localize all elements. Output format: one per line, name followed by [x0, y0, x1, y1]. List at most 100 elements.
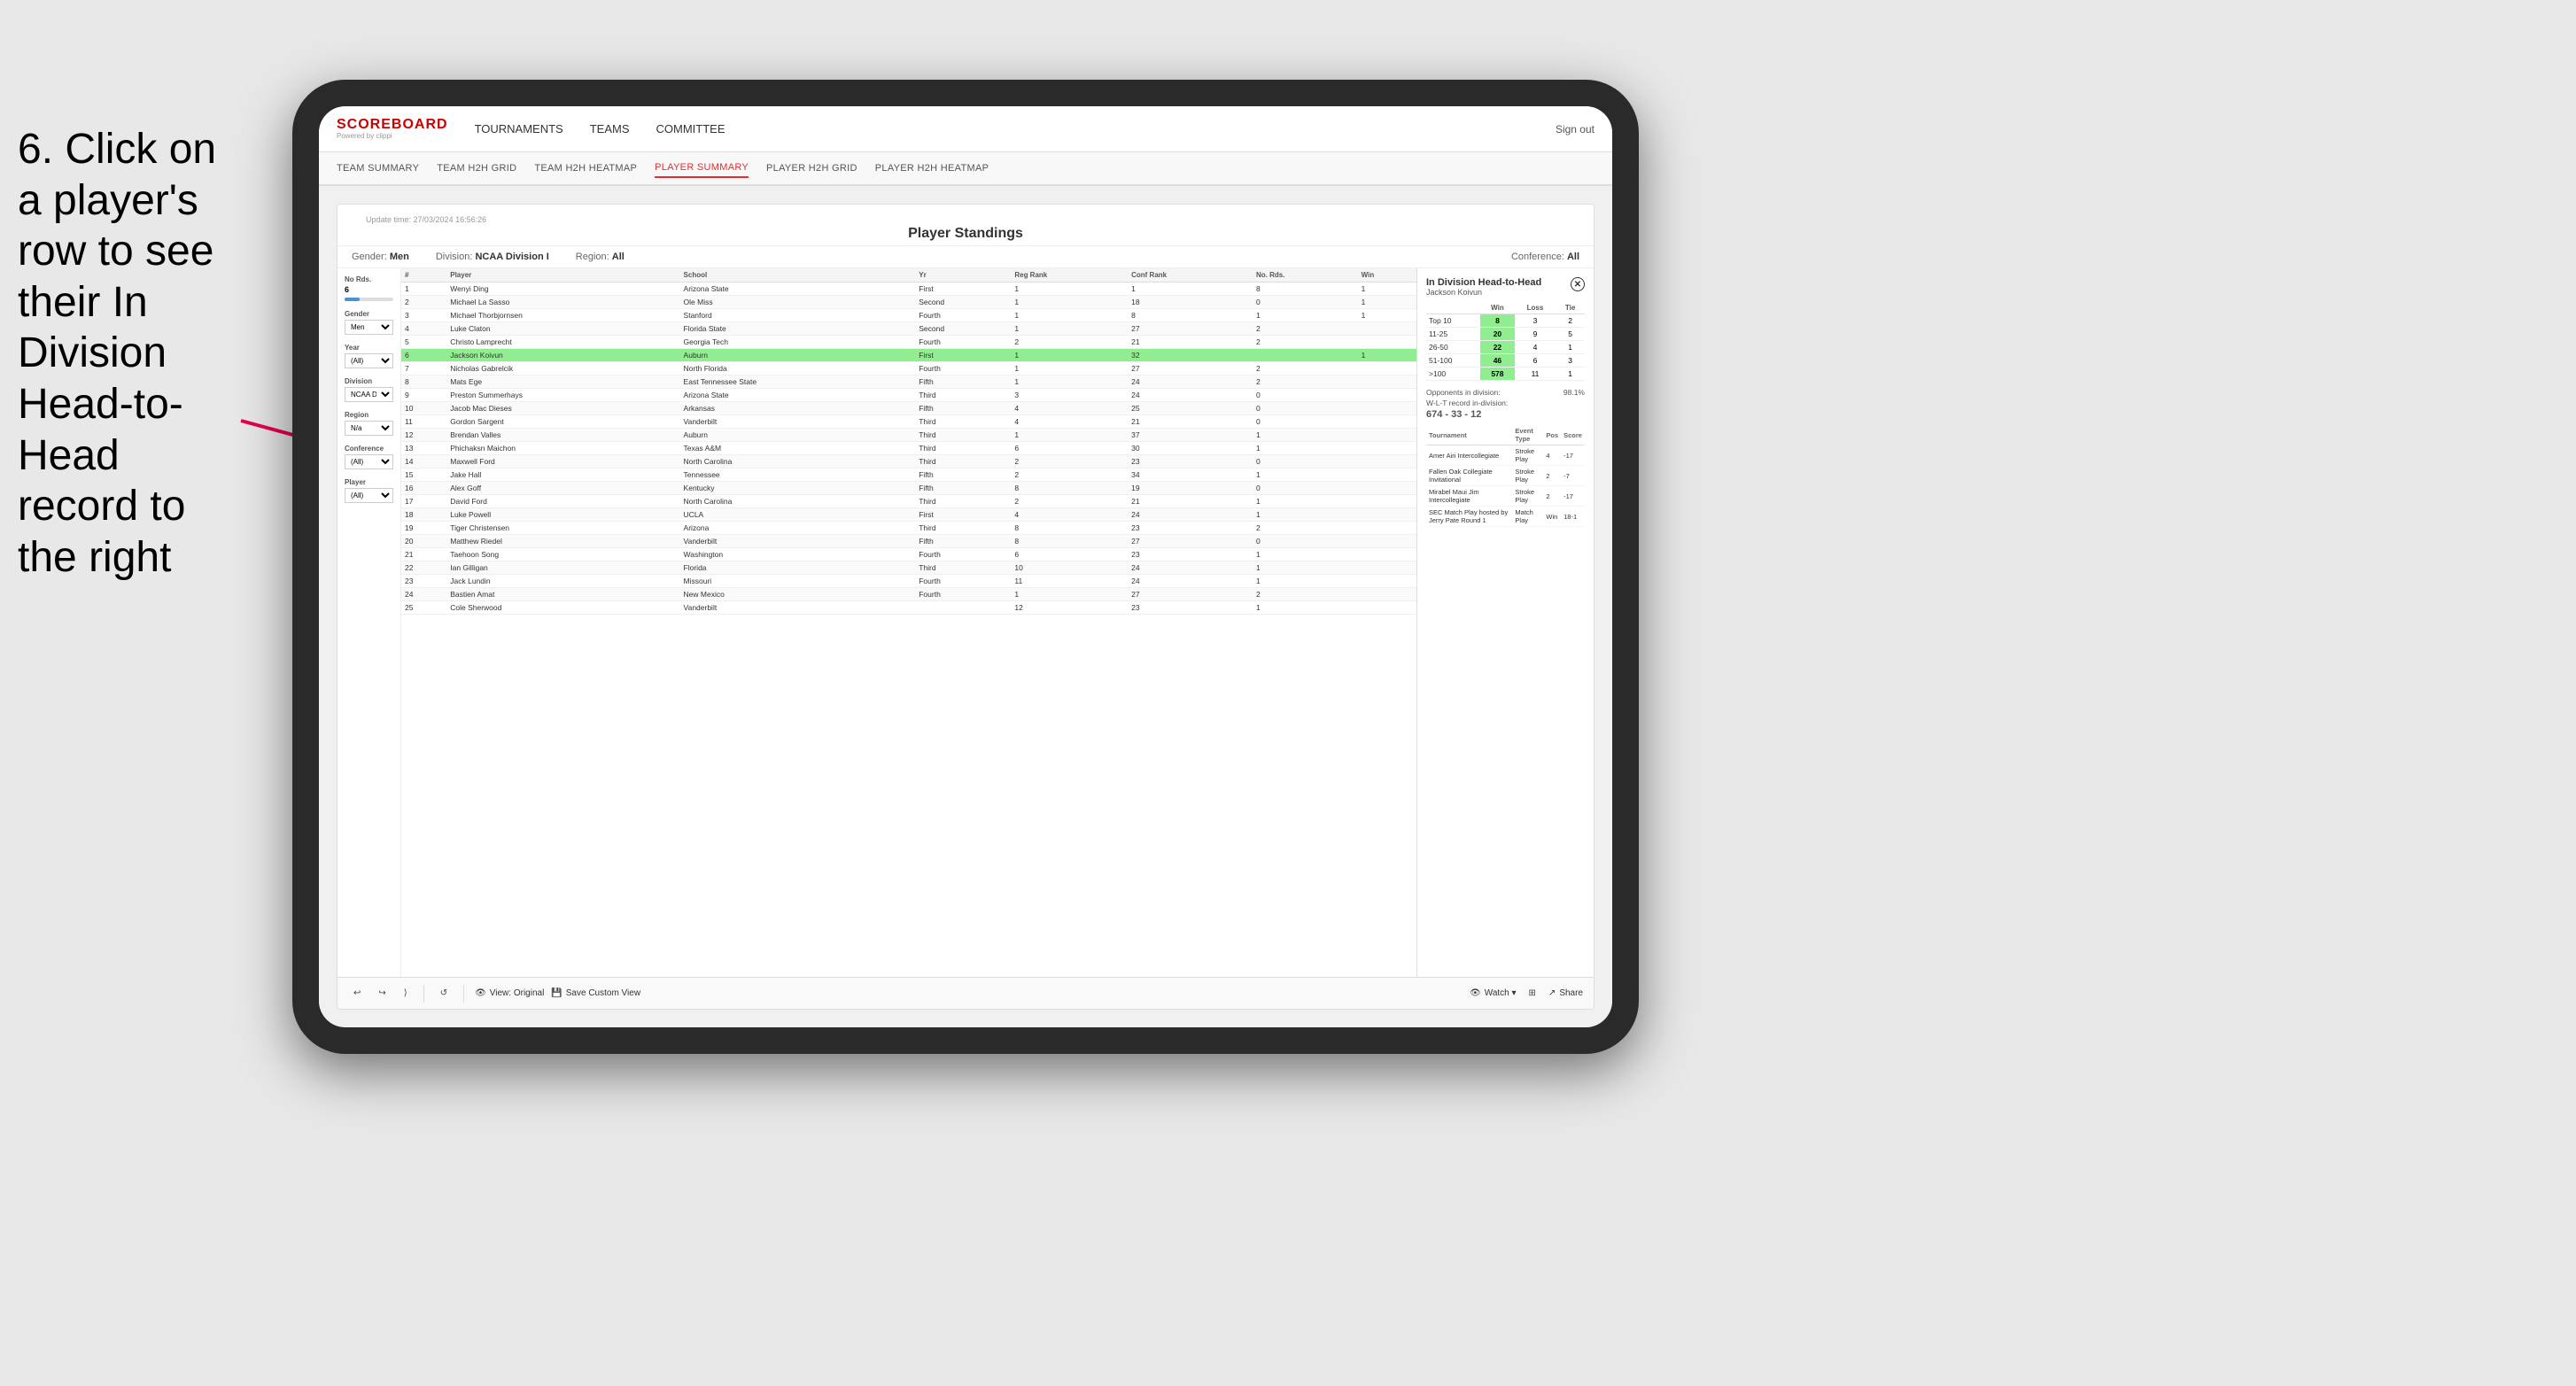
cell-conf-rank: 18	[1128, 296, 1253, 309]
filter-region: Region: All	[576, 252, 625, 262]
cell-player: Luke Claton	[446, 322, 679, 336]
table-row[interactable]: 2 Michael La Sasso Ole Miss Second 1 18 …	[401, 296, 1416, 309]
cell-num: 12	[401, 429, 446, 442]
table-row[interactable]: 4 Luke Claton Florida State Second 1 27 …	[401, 322, 1416, 336]
redo-btn[interactable]: ↪	[373, 987, 391, 1000]
table-row[interactable]: 15 Jake Hall Tennessee Fifth 2 34 1	[401, 468, 1416, 482]
col-player: Player	[446, 268, 679, 283]
subnav-player-summary[interactable]: PLAYER SUMMARY	[655, 159, 749, 178]
col-num: #	[401, 268, 446, 283]
h2h-close-btn[interactable]: ✕	[1571, 277, 1585, 291]
filter-gender: Gender: Men	[352, 252, 409, 262]
standings-table: # Player School Yr Reg Rank Conf Rank No…	[401, 268, 1416, 615]
left-sidebar: No Rds. 6 Gender Men	[338, 268, 401, 977]
table-row[interactable]: 5 Christo Lamprecht Georgia Tech Fourth …	[401, 336, 1416, 349]
watch-btn[interactable]: 👁 Watch ▾	[1470, 988, 1516, 998]
layout-btn[interactable]: ⊞	[1524, 987, 1541, 1000]
cell-conf-rank: 27	[1128, 535, 1253, 548]
cell-num: 18	[401, 508, 446, 522]
cell-reg-rank: 6	[1011, 548, 1128, 561]
cell-yr: Third	[915, 522, 1011, 535]
undo-btn[interactable]: ↩	[348, 987, 366, 1000]
col-school: School	[680, 268, 916, 283]
cell-player: Jack Lundin	[446, 575, 679, 588]
table-row[interactable]: 25 Cole Sherwood Vanderbilt 12 23 1	[401, 601, 1416, 615]
year-select[interactable]: (All)	[345, 353, 393, 368]
cell-win	[1358, 402, 1416, 415]
table-row[interactable]: 21 Taehoon Song Washington Fourth 6 23 1	[401, 548, 1416, 561]
table-row[interactable]: 8 Mats Ege East Tennessee State Fifth 1 …	[401, 376, 1416, 389]
cell-yr: Third	[915, 455, 1011, 468]
table-row[interactable]: 17 David Ford North Carolina Third 2 21 …	[401, 495, 1416, 508]
h2h-stats: Opponents in division: 98.1% W-L-T recor…	[1426, 388, 1585, 420]
cell-conf-rank: 34	[1128, 468, 1253, 482]
table-row[interactable]: 23 Jack Lundin Missouri Fourth 11 24 1	[401, 575, 1416, 588]
cell-win: 1	[1358, 296, 1416, 309]
table-row[interactable]: 12 Brendan Valles Auburn Third 1 37 1	[401, 429, 1416, 442]
table-row[interactable]: 24 Bastien Amat New Mexico Fourth 1 27 2	[401, 588, 1416, 601]
cell-school: Texas A&M	[680, 442, 916, 455]
filter-division: Division: NCAA Division I	[436, 252, 549, 262]
table-row[interactable]: 13 Phichaksn Maichon Texas A&M Third 6 3…	[401, 442, 1416, 455]
cell-player: Bastien Amat	[446, 588, 679, 601]
table-row[interactable]: 22 Ian Gilligan Florida Third 10 24 1	[401, 561, 1416, 575]
cell-reg-rank: 4	[1011, 402, 1128, 415]
table-row[interactable]: 19 Tiger Christensen Arizona Third 8 23 …	[401, 522, 1416, 535]
cell-no-rds: 1	[1253, 309, 1358, 322]
tournament-score: -7	[1561, 466, 1585, 486]
table-row[interactable]: 6 Jackson Koivun Auburn First 1 32 1	[401, 349, 1416, 362]
card-title: Player Standings	[352, 226, 1579, 242]
h2h-rank: 51-100	[1426, 354, 1480, 368]
cell-school: North Carolina	[680, 455, 916, 468]
no-rds-slider[interactable]	[345, 298, 393, 301]
subnav-player-h2h-grid[interactable]: PLAYER H2H GRID	[766, 159, 857, 177]
subnav-team-h2h-heatmap[interactable]: TEAM H2H HEATMAP	[534, 159, 637, 177]
cell-no-rds: 0	[1253, 455, 1358, 468]
cell-yr: Third	[915, 415, 1011, 429]
table-row[interactable]: 16 Alex Goff Kentucky Fifth 8 19 0	[401, 482, 1416, 495]
conference-select[interactable]: (All)	[345, 454, 393, 469]
table-row[interactable]: 20 Matthew Riedel Vanderbilt Fifth 8 27 …	[401, 535, 1416, 548]
cell-num: 14	[401, 455, 446, 468]
cell-win	[1358, 362, 1416, 376]
nav-teams[interactable]: TEAMS	[590, 119, 630, 139]
player-select[interactable]: (All)	[345, 488, 393, 503]
cell-player: Jacob Mac Dieses	[446, 402, 679, 415]
cell-school: Kentucky	[680, 482, 916, 495]
save-custom-btn[interactable]: 💾 Save Custom View	[551, 988, 640, 998]
table-row[interactable]: 3 Michael Thorbjornsen Stanford Fourth 1…	[401, 309, 1416, 322]
subnav-player-h2h-heatmap[interactable]: PLAYER H2H HEATMAP	[875, 159, 989, 177]
subnav-team-summary[interactable]: TEAM SUMMARY	[337, 159, 419, 177]
cell-yr: Third	[915, 389, 1011, 402]
gender-select[interactable]: Men	[345, 320, 393, 335]
forward-btn[interactable]: ⟩	[399, 987, 413, 1000]
tournament-type: Match Play	[1512, 507, 1543, 527]
nav-committee[interactable]: COMMITTEE	[656, 119, 725, 139]
table-row[interactable]: 14 Maxwell Ford North Carolina Third 2 2…	[401, 455, 1416, 468]
nav-tournaments[interactable]: TOURNAMENTS	[475, 119, 563, 139]
refresh-btn[interactable]: ↺	[435, 987, 453, 1000]
cell-win	[1358, 455, 1416, 468]
cell-conf-rank: 30	[1128, 442, 1253, 455]
table-row[interactable]: 9 Preston Summerhays Arizona State Third…	[401, 389, 1416, 402]
table-row[interactable]: 1 Wenyi Ding Arizona State First 1 1 8 1	[401, 283, 1416, 296]
sign-out-btn[interactable]: Sign out	[1556, 123, 1594, 136]
table-row[interactable]: 18 Luke Powell UCLA First 4 24 1	[401, 508, 1416, 522]
cell-yr: Fifth	[915, 535, 1011, 548]
cell-yr: Third	[915, 495, 1011, 508]
cell-num: 15	[401, 468, 446, 482]
region-select[interactable]: N/a	[345, 421, 393, 436]
view-original-btn[interactable]: 👁 View: Original	[475, 988, 544, 998]
cell-reg-rank: 1	[1011, 296, 1128, 309]
table-row[interactable]: 7 Nicholas Gabrelcik North Florida Fourt…	[401, 362, 1416, 376]
table-row[interactable]: 10 Jacob Mac Dieses Arkansas Fifth 4 25 …	[401, 402, 1416, 415]
table-row[interactable]: 11 Gordon Sargent Vanderbilt Third 4 21 …	[401, 415, 1416, 429]
cell-win	[1358, 601, 1416, 615]
cell-reg-rank: 6	[1011, 442, 1128, 455]
col-conf-rank: Conf Rank	[1128, 268, 1253, 283]
cell-reg-rank: 4	[1011, 415, 1128, 429]
tournament-row: Mirabel Maui Jim Intercollegiate Stroke …	[1426, 486, 1585, 507]
subnav-team-h2h-grid[interactable]: TEAM H2H GRID	[437, 159, 516, 177]
share-btn[interactable]: ↗ Share	[1548, 988, 1583, 998]
division-select[interactable]: NCAA Division I	[345, 387, 393, 402]
